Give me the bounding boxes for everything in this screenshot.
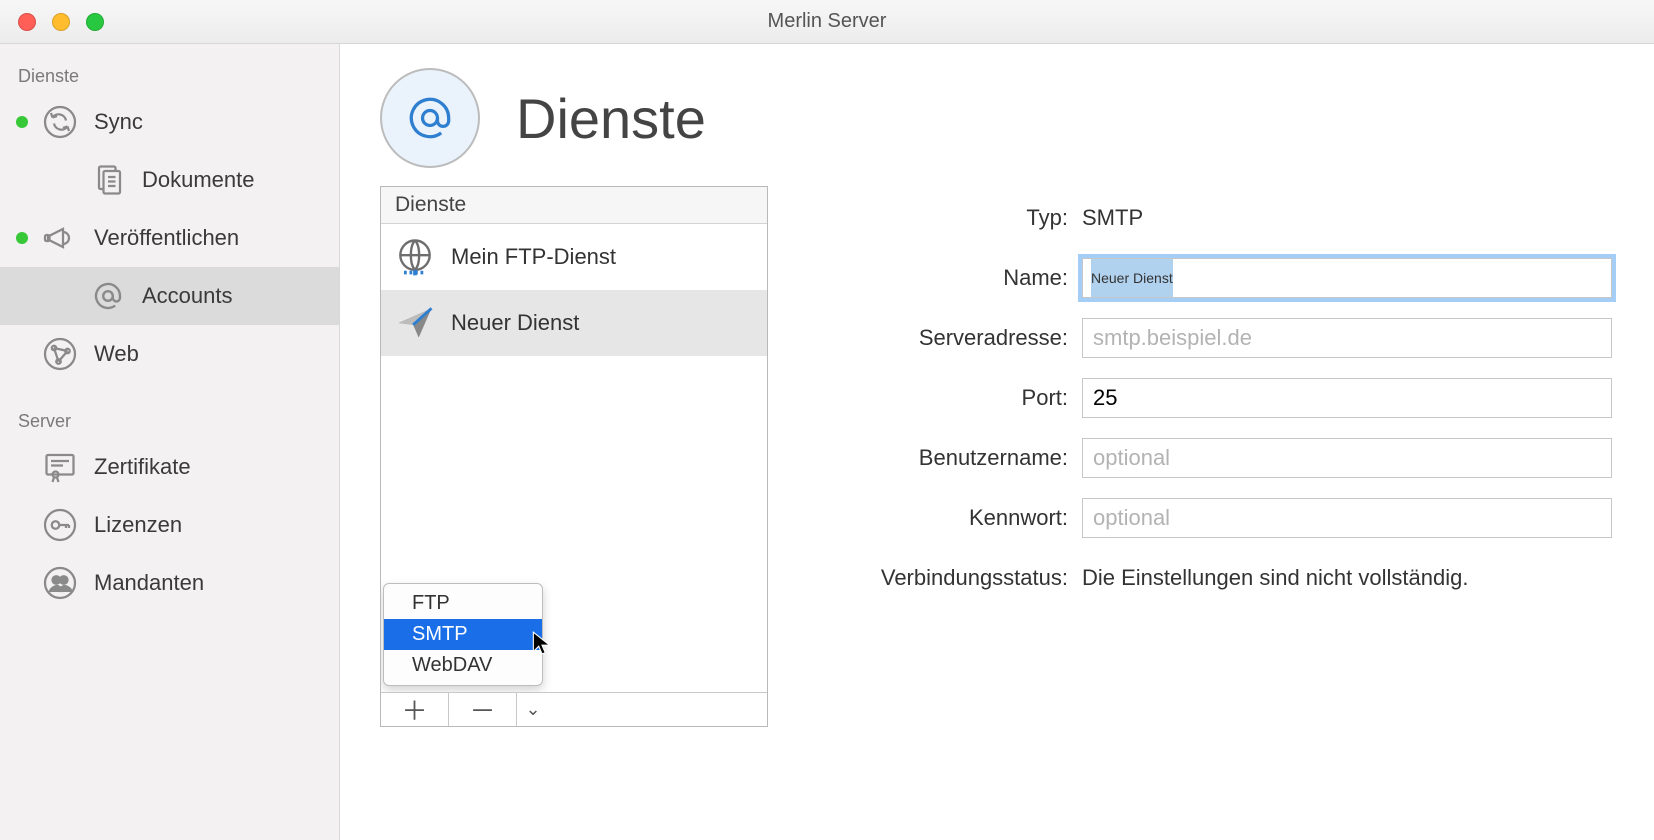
label-username: Benutzername: (818, 445, 1068, 471)
server-address-input[interactable] (1082, 318, 1612, 358)
label-server: Serveradresse: (818, 325, 1068, 351)
sidebar: Dienste Sync Dokumente Veröffentlichen (0, 44, 340, 840)
sync-icon (40, 102, 80, 142)
name-input[interactable]: Neuer Dienst (1082, 258, 1612, 298)
users-icon (40, 563, 80, 603)
service-list-toolbar: ＋ － ⌄ (381, 692, 767, 726)
value-connection-status: Die Einstellungen sind nicht vollständig… (1082, 565, 1468, 591)
sidebar-item-label: Sync (94, 109, 143, 135)
sidebar-item-publish[interactable]: Veröffentlichen (0, 209, 339, 267)
service-item-label: Mein FTP-Dienst (451, 244, 616, 270)
service-list-header: Dienste (381, 187, 767, 224)
page-title: Dienste (516, 86, 706, 151)
sidebar-item-label: Zertifikate (94, 454, 191, 480)
remove-service-button[interactable]: － (449, 693, 517, 726)
password-input[interactable] (1082, 498, 1612, 538)
label-name: Name: (818, 265, 1068, 291)
sidebar-section-label: Dienste (0, 56, 339, 93)
add-service-button[interactable]: ＋ (381, 693, 449, 726)
dropdown-item-ftp[interactable]: FTP (384, 588, 542, 619)
sidebar-item-label: Dokumente (142, 167, 255, 193)
sidebar-item-certificates[interactable]: Zertifikate (0, 438, 339, 496)
sidebar-item-label: Veröffentlichen (94, 225, 239, 251)
service-list-item[interactable]: Mein FTP-Dienst (381, 224, 767, 290)
label-connection-status: Verbindungsstatus: (818, 565, 1068, 591)
sidebar-item-label: Accounts (142, 283, 233, 309)
sidebar-item-dokumente[interactable]: Dokumente (0, 151, 339, 209)
value-type: SMTP (1082, 205, 1143, 231)
window-title: Merlin Server (0, 10, 1654, 33)
dropdown-item-webdav[interactable]: WebDAV (384, 650, 542, 681)
at-sign-icon (88, 276, 128, 316)
status-active-icon (16, 116, 28, 128)
document-icon (88, 160, 128, 200)
label-port: Port: (818, 385, 1068, 411)
globe-icon (391, 233, 439, 281)
window-titlebar: Merlin Server (0, 0, 1654, 44)
service-settings-form: Typ: SMTP Name: Neuer Dienst Serveradres… (818, 186, 1614, 608)
add-service-type-dropdown[interactable]: FTP SMTP WebDAV (383, 583, 543, 686)
sidebar-item-sync[interactable]: Sync (0, 93, 339, 151)
key-icon (40, 505, 80, 545)
megaphone-icon (40, 218, 80, 258)
certificate-icon (40, 447, 80, 487)
sidebar-item-tenants[interactable]: Mandanten (0, 554, 339, 612)
sidebar-item-label: Web (94, 341, 139, 367)
sidebar-section-label: Server (0, 401, 339, 438)
network-icon (40, 334, 80, 374)
header-icon-badge (380, 68, 480, 168)
service-item-label: Neuer Dienst (451, 310, 579, 336)
sidebar-item-label: Mandanten (94, 570, 204, 596)
dropdown-item-smtp[interactable]: SMTP (384, 619, 542, 650)
name-input-selection: Neuer Dienst (1091, 259, 1173, 297)
service-list-box: Dienste Mein FTP-Dienst Neuer Dienst (380, 186, 768, 727)
sidebar-item-web[interactable]: Web (0, 325, 339, 383)
label-password: Kennwort: (818, 505, 1068, 531)
service-list-item[interactable]: Neuer Dienst (381, 290, 767, 356)
sidebar-item-label: Lizenzen (94, 512, 182, 538)
toolbar-chevron-icon: ⌄ (517, 693, 549, 726)
username-input[interactable] (1082, 438, 1612, 478)
content-area: Dienste Dienste Mein FTP-Dienst (340, 44, 1654, 840)
send-icon (391, 299, 439, 347)
sidebar-item-licenses[interactable]: Lizenzen (0, 496, 339, 554)
sidebar-item-accounts[interactable]: Accounts (0, 267, 339, 325)
port-input[interactable] (1082, 378, 1612, 418)
status-active-icon (16, 232, 28, 244)
label-type: Typ: (818, 205, 1068, 231)
at-sign-icon (402, 90, 458, 146)
service-list[interactable]: Mein FTP-Dienst Neuer Dienst FTP SMTP We… (381, 224, 767, 692)
